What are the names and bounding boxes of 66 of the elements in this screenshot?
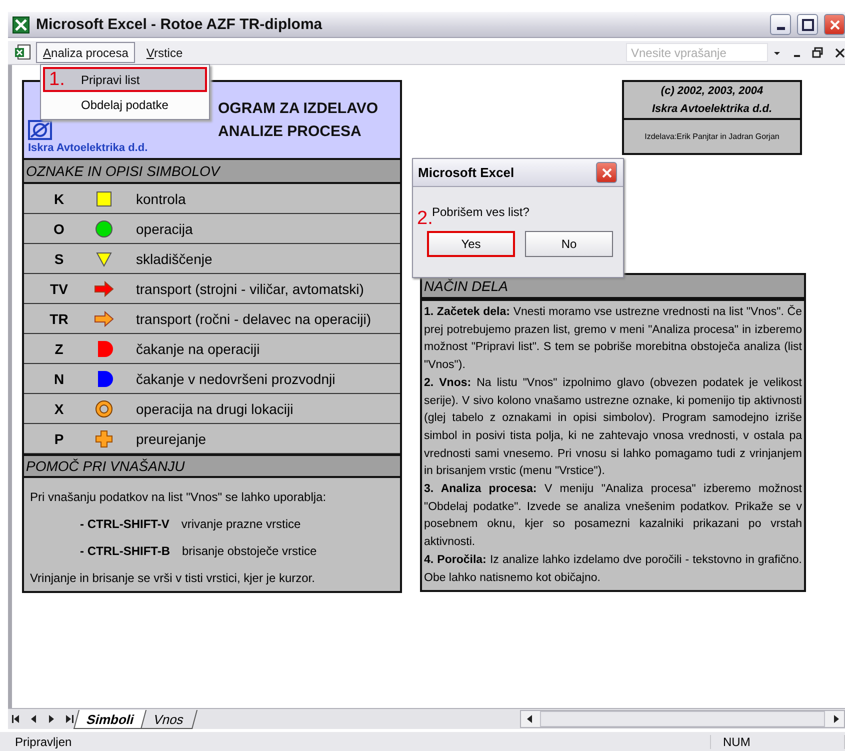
symbol-description: operacija bbox=[135, 220, 194, 236]
close-icon bbox=[830, 20, 840, 30]
close-button[interactable] bbox=[824, 14, 845, 35]
symbol-description: čakanje v nedovršeni prozvodnji bbox=[135, 370, 336, 386]
maximize-button[interactable] bbox=[797, 14, 818, 35]
symbol-code: TV bbox=[50, 280, 68, 296]
sheet-tab[interactable]: Vnos bbox=[140, 710, 198, 728]
copyright-text: (c) 2002, 2003, 2004 bbox=[660, 84, 764, 99]
horizontal-scrollbar[interactable] bbox=[520, 710, 845, 728]
symbol-code: X bbox=[54, 400, 64, 416]
close-button[interactable] bbox=[596, 162, 617, 183]
close-icon bbox=[602, 168, 612, 178]
symbol-description: operacija na drugi lokaciji bbox=[135, 400, 294, 416]
dialog-title: Microsoft Excel bbox=[418, 165, 514, 180]
help-text: Vrinjanje in brisanje se vrši v tisti vrstici, kjer je kurzor. bbox=[30, 571, 316, 585]
dialog-button[interactable]: Yes bbox=[427, 231, 515, 257]
close-icon[interactable] bbox=[835, 48, 845, 58]
minimize-button[interactable] bbox=[770, 14, 791, 35]
symbol-code: K bbox=[54, 190, 64, 206]
symbol-code: N bbox=[54, 370, 64, 386]
symbol-description: skladiščenje bbox=[135, 250, 214, 266]
dialog-message: Pobrišem ves list? bbox=[432, 205, 530, 219]
symbol-code: S bbox=[54, 250, 64, 266]
authors-text: Izdelava:Erik Panjtar in Jadran Gorjan bbox=[624, 118, 800, 153]
symbol-code: P bbox=[54, 430, 64, 446]
step-number: 2. bbox=[417, 209, 433, 228]
symbol-description: preurejanje bbox=[135, 430, 208, 446]
company-name: Iskra Avtoelektrika d.d. bbox=[28, 142, 149, 154]
dialog-button[interactable]: No bbox=[525, 231, 613, 257]
window-title: Microsoft Excel - Rotoe AZF TR-diploma bbox=[36, 16, 324, 33]
copyright-text: Iskra Avtoelektrika d.d. bbox=[650, 102, 774, 117]
step-number: 1. bbox=[49, 70, 65, 89]
section-heading: OZNAKE IN OPISI SIMBOLOV bbox=[24, 160, 400, 184]
instruction-paragraph: 3. Analiza procesa: V meniju "Analiza procesa" izberemo možnost "Obdelaj podatke". Izvede se analiza vnešenim podatkov. Prikaže se v posebnem oknu, kjer so posamezni kazalniki prikazani po vrstah aktivnosti. bbox=[424, 482, 802, 550]
instruction-paragraph: 4. Poročila: Iz analize lahko izdelamo dve poročili - tekstovno in grafično. Obe lahko natisnemo kot običajno. bbox=[424, 552, 802, 586]
sheet-tab[interactable]: Simboli bbox=[73, 710, 148, 728]
symbol-description: transport (ročni - delavec na operaciji) bbox=[135, 310, 372, 326]
menu-entry[interactable]: Obdelaj podatke bbox=[43, 92, 207, 117]
instruction-paragraph: 1. Začetek dela: Vnesti moramo vse ustrezne vrednosti na list "Vnos". Če prej potrebujemo prazen list, gremo v meni "Analiza procesa" in izberemo možnost "Pripravi list". S tem se pobriše morebitna obstoječa analiza (list "Vnos"). bbox=[424, 304, 802, 374]
help-text: Pri vnašanju podatkov na list "Vnos" se lahko uporablja: bbox=[30, 490, 328, 504]
question-field[interactable]: Vnesite vprašanje bbox=[626, 43, 768, 62]
symbol-code: Z bbox=[54, 340, 64, 356]
symbol-code: TR bbox=[50, 310, 68, 326]
symbol-code: O bbox=[54, 220, 64, 236]
section-heading: NAČIN DELA bbox=[422, 275, 804, 299]
menu-item[interactable]: Vrstice bbox=[139, 42, 190, 63]
shortcut-keys: - CTRL-SHIFT-V bbox=[80, 517, 170, 531]
restore-icon[interactable] bbox=[812, 47, 823, 58]
shortcut-keys: - CTRL-SHIFT-B bbox=[80, 544, 170, 558]
shortcut-description: brisanje obstoječe vrstice bbox=[182, 544, 317, 558]
symbol-description: čakanje na operaciji bbox=[135, 340, 261, 356]
program-title: OGRAM ZA IZDELAVO bbox=[218, 100, 379, 117]
shortcut-description: vrivanje prazne vrstice bbox=[181, 517, 301, 531]
logo-emblem-icon bbox=[28, 120, 52, 140]
symbol-description: transport (strojni - viličar, avtomatski) bbox=[135, 280, 365, 296]
document-icon[interactable] bbox=[14, 44, 32, 61]
excel-icon bbox=[12, 16, 30, 34]
maximize-icon bbox=[802, 18, 814, 30]
status-text: Pripravljen bbox=[15, 734, 72, 748]
section-heading: POMOČ PRI VNAŠANJU bbox=[24, 454, 400, 478]
status-indicator: NUM bbox=[710, 734, 845, 748]
menu-item[interactable]: Analiza procesa bbox=[36, 42, 136, 63]
instruction-paragraph: 2. Vnos: Na listu "Vnos" izpolnimo glavo (obvezen podatek je velikost serije). V sivo kolono vnašamo ustrezne oznake, ki pomenijo tip aktivnosti (glej tabelo z oznakami in opisi simbolov). Program samodejno izriše simbol in posivi tista polja, ki ne zahtevajo vnosa vrednosti, v ostala pa vrednosti sami vnesemo. Pri vnosu si lahko pomagamo tudi z vrinjanjem in brisanjem vrstic (menu "Vrstice"). bbox=[424, 376, 802, 480]
minimize-icon bbox=[776, 27, 784, 30]
program-title: ANALIZE PROCESA bbox=[218, 123, 362, 140]
symbol-description: kontrola bbox=[135, 190, 187, 206]
